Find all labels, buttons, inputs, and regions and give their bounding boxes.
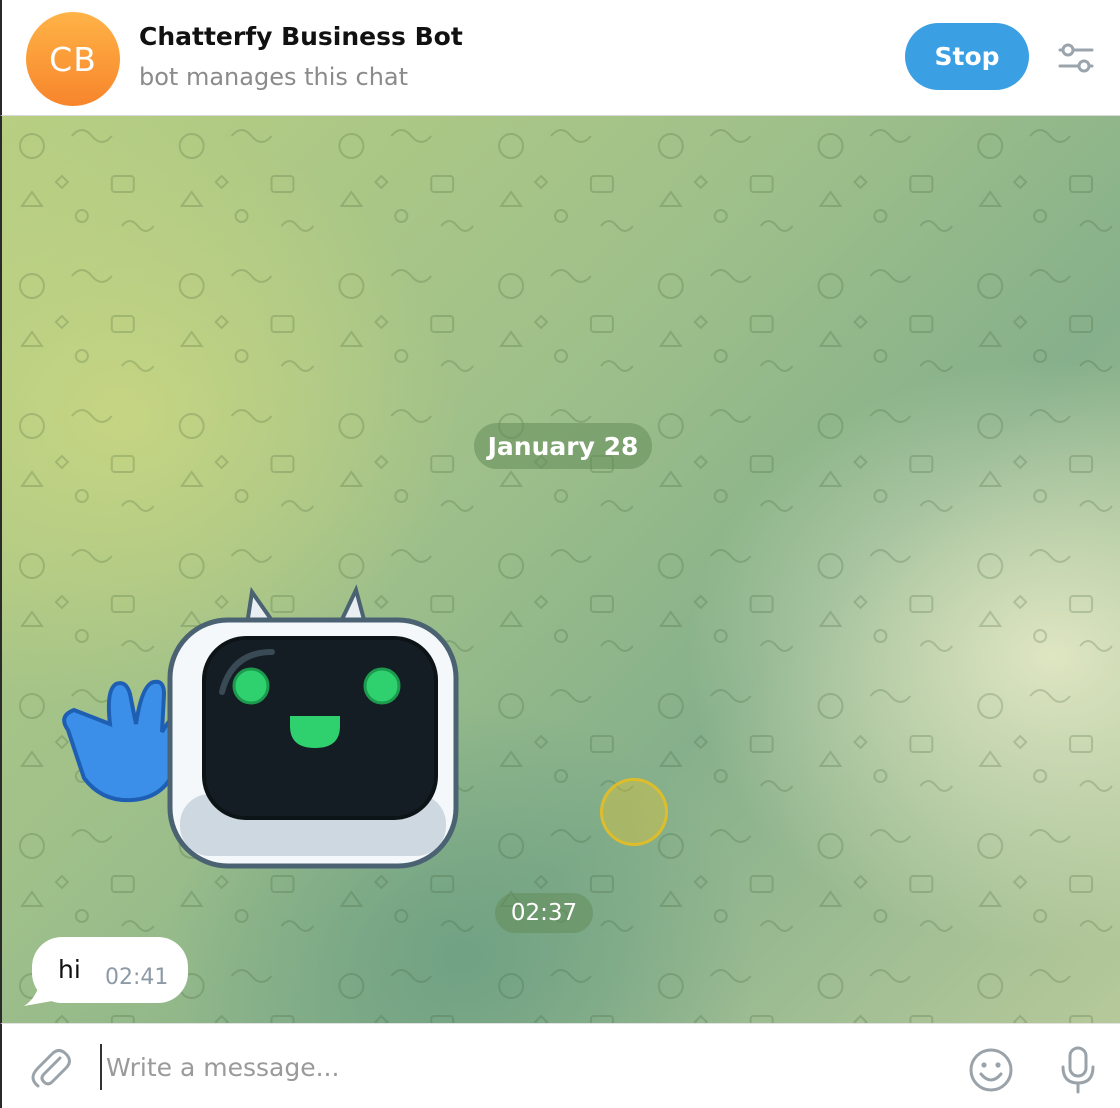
sliders-icon[interactable] [1056, 38, 1096, 78]
chat-title[interactable]: Chatterfy Business Bot [139, 22, 463, 51]
message-bubble[interactable]: hi 02:41 [32, 937, 188, 1003]
chat-subtitle: bot manages this chat [139, 63, 409, 91]
waving-robot-sticker[interactable] [54, 582, 464, 872]
message-time: 02:41 [105, 965, 169, 990]
message-text: hi [58, 955, 81, 984]
smile-icon[interactable] [968, 1047, 1014, 1093]
avatar[interactable]: CB [26, 12, 120, 106]
message-composer [0, 1023, 1120, 1108]
stop-button[interactable]: Stop [905, 23, 1029, 90]
date-separator: January 28 [474, 423, 652, 469]
paperclip-icon[interactable] [30, 1046, 72, 1088]
microphone-icon[interactable] [1058, 1045, 1098, 1095]
cursor-highlight [600, 778, 668, 846]
message-input[interactable] [100, 1044, 938, 1090]
chat-history[interactable]: January 28 02:37 hi 02:41 [0, 116, 1120, 1023]
chat-header: CB Chatterfy Business Bot bot manages th… [0, 0, 1120, 116]
sticker-timestamp: 02:37 [495, 893, 593, 933]
doodle-wallpaper [2, 116, 1120, 1023]
